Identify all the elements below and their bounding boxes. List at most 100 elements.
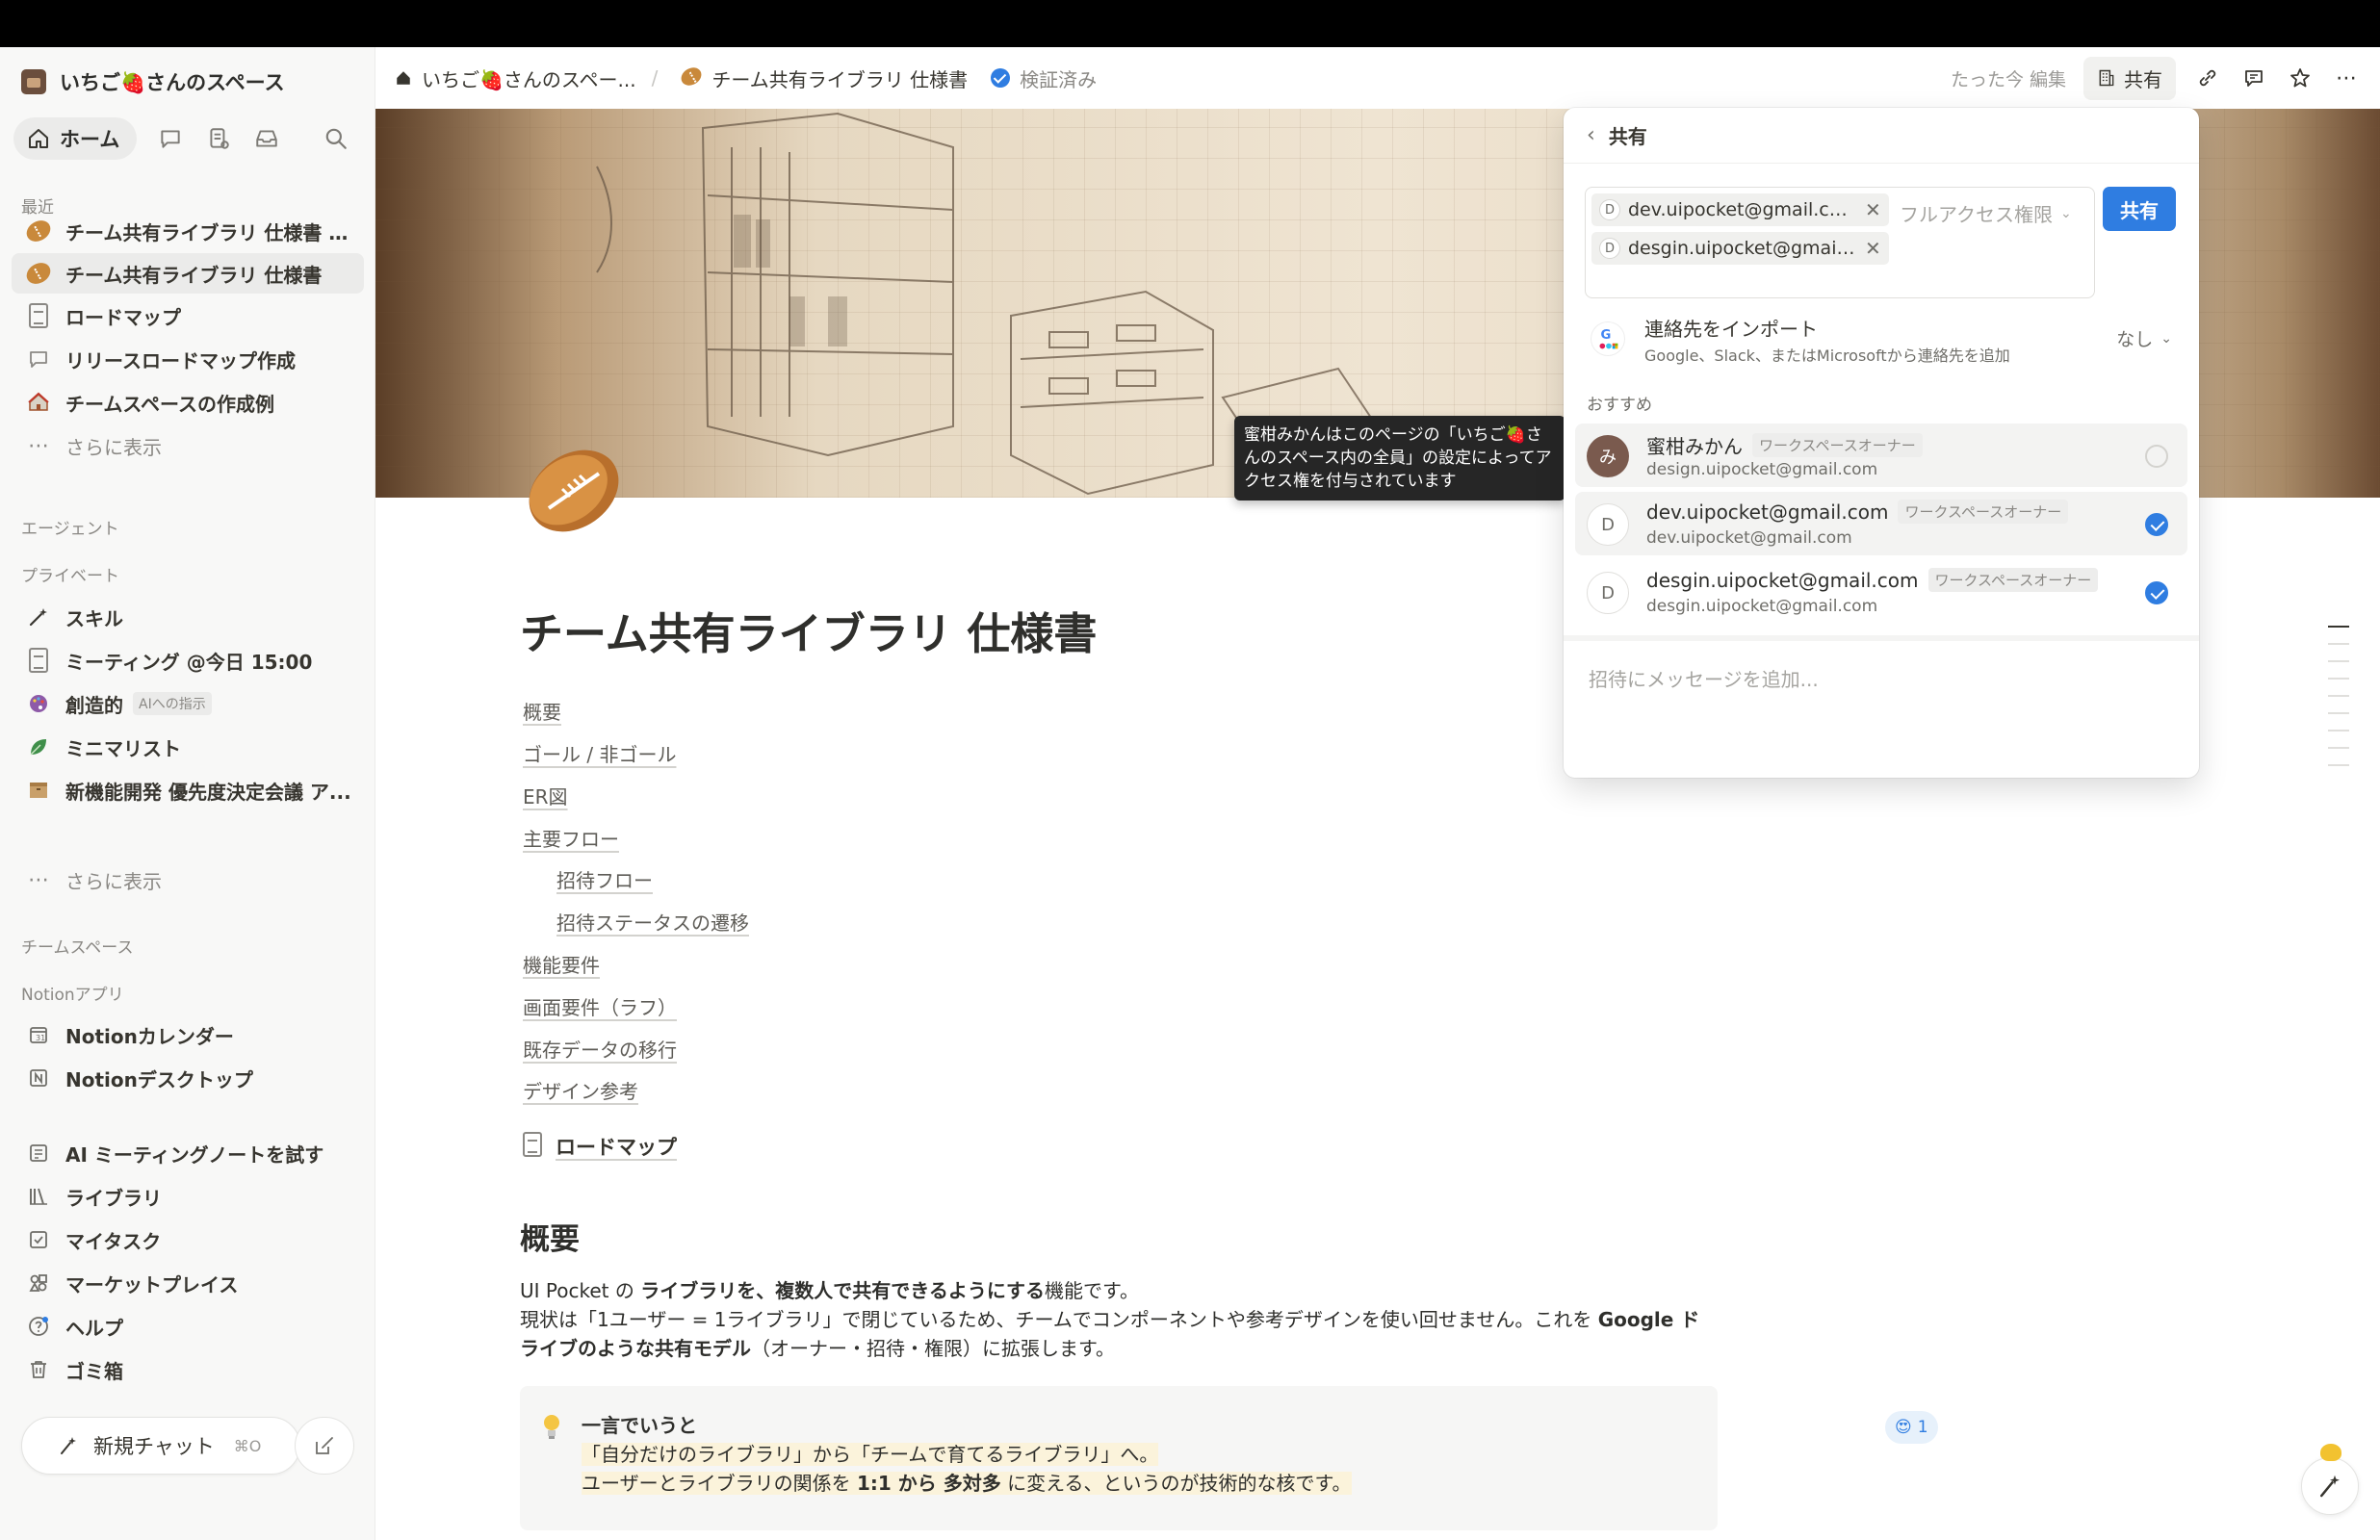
share-button[interactable]: 共有 (2083, 56, 2176, 100)
new-chat-button[interactable]: 新規チャット ⌘O (21, 1417, 300, 1475)
remove-chip-icon[interactable]: ✕ (1865, 198, 1881, 221)
subpage-link-roadmap[interactable]: ロードマップ (523, 1132, 677, 1161)
back-chevron-icon[interactable]: ‹ (1587, 123, 1595, 147)
compose-button[interactable] (295, 1417, 354, 1475)
last-edited-text: たった今 編集 (1950, 68, 2066, 90)
page-title[interactable]: チーム共有ライブラリ 仕様書 (520, 599, 1097, 661)
toc-item[interactable]: 画面要件（ラフ） (523, 992, 677, 1020)
select-person-checkbox[interactable] (2145, 581, 2168, 604)
toc-item[interactable]: 主要フロー (523, 824, 619, 852)
invite-chip[interactable]: D desgin.uipocket@gmail... ✕ (1591, 232, 1889, 265)
subpage-label: ロードマップ (556, 1136, 677, 1159)
star-icon[interactable] (2286, 64, 2315, 92)
toc-item[interactable]: 招待フロー (556, 865, 653, 893)
remove-chip-icon[interactable]: ✕ (1865, 237, 1881, 260)
sidebar-item-teamspace-example[interactable]: チームスペースの作成例 (12, 382, 364, 423)
notion-icon (25, 1065, 52, 1091)
chip-avatar: D (1599, 199, 1620, 220)
invite-message-input[interactable]: 招待にメッセージを追加... (1589, 664, 1819, 692)
sidebar-item-trash[interactable]: ゴミ箱 (12, 1349, 364, 1390)
section-heading-overview[interactable]: 概要 (520, 1215, 580, 1258)
assistant-face-icon (2320, 1475, 2340, 1498)
workspace-switcher[interactable]: いちご🍓さんのスペース (21, 63, 285, 101)
toc-item[interactable]: 概要 (523, 697, 561, 725)
sidebar-item-library[interactable]: ライブラリ (12, 1176, 364, 1217)
overview-paragraph-1[interactable]: UI Pocket の ライブラリを、複数人で共有できるようにする機能です。 (520, 1276, 1714, 1305)
person-row[interactable]: D dev.uipocket@gmail.com ワークスペースオーナー dev… (1575, 492, 2187, 555)
toc-minimap-tick[interactable] (2328, 695, 2349, 697)
link-icon[interactable] (2193, 64, 2222, 92)
invite-input[interactable]: D dev.uipocket@gmail.co... ✕ D desgin.ui… (1585, 187, 2095, 298)
sidebar-item-creative[interactable]: 創造的 AIへの指示 (12, 683, 364, 724)
toc-item[interactable]: 既存データの移行 (523, 1035, 677, 1063)
verified-badge[interactable]: 検証済み (979, 64, 1108, 92)
callout-block[interactable]: 一言でいうと 「自分だけのライブラリ」から「チームで育てるライブラリ」へ。 ユー… (520, 1386, 1718, 1530)
role-badge: ワークスペースオーナー (1752, 433, 1923, 457)
import-contacts-row[interactable]: G 連絡先をインポート Google、Slack、またはMicrosoftから連… (1585, 310, 2178, 368)
toc-minimap-tick[interactable] (2328, 747, 2349, 749)
select-person-checkbox[interactable] (2145, 445, 2168, 468)
home-button[interactable]: ホーム (13, 117, 138, 160)
teamspace-section-label[interactable]: チームスペース (21, 934, 133, 958)
toc-minimap-tick[interactable] (2328, 730, 2349, 732)
sidebar-item-meeting[interactable]: ミーティング @今日 15:00 (12, 640, 364, 680)
meeting-notes-icon[interactable] (204, 124, 233, 153)
toc-minimap-tick[interactable] (2328, 764, 2349, 766)
more-icon[interactable]: ⋯ (2332, 64, 2361, 92)
svg-text:G: G (1600, 328, 1611, 343)
search-icon[interactable] (322, 124, 350, 153)
page-football-icon[interactable] (520, 441, 628, 541)
sidebar-item-notion-calendar[interactable]: 31 Notionカレンダー (12, 1014, 364, 1055)
sidebar-item-priority-meeting[interactable]: 新機能開発 優先度決定会議 ア... (12, 770, 364, 810)
invite-chip[interactable]: D dev.uipocket@gmail.co... ✕ (1591, 193, 1889, 226)
sidebar-item-spec[interactable]: チーム共有ライブラリ 仕様書 (12, 253, 364, 294)
toc-item[interactable]: ER図 (523, 782, 568, 809)
toc-item[interactable]: 招待ステータスの遷移 (556, 908, 749, 936)
import-select[interactable]: なし ⌄ (2116, 325, 2172, 351)
sidebar-item-roadmap[interactable]: ロードマップ (12, 295, 364, 336)
toc-minimap-tick[interactable] (2328, 712, 2349, 714)
emoji-reaction[interactable]: 😍 1 (1885, 1411, 1938, 1444)
sidebar-item-label: ゴミ箱 (65, 1359, 123, 1383)
callout-title: 一言でいうと (582, 1414, 697, 1437)
sidebar-item-ai-meeting-notes[interactable]: AI ミーティングノートを試す (12, 1133, 364, 1173)
toc-minimap-tick[interactable] (2328, 660, 2349, 662)
permission-select[interactable]: フルアクセス権限 ⌄ (1900, 199, 2072, 227)
avatar: D (1587, 572, 1629, 614)
text-run: 現状は「1ユーザー = 1ライブラリ」で閉じているため、チームでコンポーネントや… (520, 1308, 1598, 1331)
toc-item[interactable]: 機能要件 (523, 950, 600, 978)
toc-minimap-tick[interactable] (2328, 678, 2349, 680)
sidebar-item-my-tasks[interactable]: マイタスク (12, 1219, 364, 1260)
apps-section-label[interactable]: Notionアプリ (21, 981, 124, 1005)
invite-share-button[interactable]: 共有 (2103, 187, 2176, 231)
sidebar-item-marketplace[interactable]: マーケットプレイス (12, 1263, 364, 1303)
person-row[interactable]: み 蜜柑みかん ワークスペースオーナー design.uipocket@gmai… (1575, 424, 2187, 487)
sidebar-show-more-private[interactable]: ⋯ さらに表示 (12, 860, 364, 900)
sidebar-item-help[interactable]: ヘルプ (12, 1306, 364, 1347)
breadcrumb-workspace[interactable]: いちご🍓さんのスペー... / (375, 64, 669, 92)
import-subtitle: Google、Slack、またはMicrosoftから連絡先を追加 (1644, 346, 2010, 365)
ai-assistant-button[interactable] (2301, 1457, 2359, 1515)
toc-item[interactable]: ゴール / 非ゴール (523, 739, 676, 767)
overview-paragraph-2[interactable]: 現状は「1ユーザー = 1ライブラリ」で閉じているため、チームでコンポーネントや… (520, 1305, 1714, 1363)
toc-minimap[interactable] (2328, 626, 2353, 782)
person-name-line: dev.uipocket@gmail.com ワークスペースオーナー (1646, 500, 2069, 524)
sidebar-item-spec-copy[interactable]: チーム共有ライブラリ 仕様書 (1) (12, 211, 364, 251)
comment-icon[interactable] (2239, 64, 2268, 92)
chat-icon[interactable] (156, 124, 185, 153)
inbox-icon[interactable] (252, 124, 281, 153)
toc-minimap-tick[interactable] (2328, 626, 2349, 628)
select-person-checkbox[interactable] (2145, 513, 2168, 536)
breadcrumb-page[interactable]: チーム共有ライブラリ 仕様書 (669, 64, 979, 92)
sidebar-item-release-roadmap[interactable]: リリースロードマップ作成 (12, 339, 364, 379)
agents-section-label[interactable]: エージェント (21, 515, 119, 539)
person-row[interactable]: D desgin.uipocket@gmail.com ワークスペースオーナー … (1575, 560, 2187, 624)
sidebar-item-notion-desktop[interactable]: Notionデスクトップ (12, 1058, 364, 1098)
private-section-label[interactable]: プライベート (21, 562, 119, 586)
chip-email: dev.uipocket@gmail.co... (1628, 199, 1855, 220)
sidebar-item-minimalist[interactable]: ミニマリスト (12, 727, 364, 767)
toc-minimap-tick[interactable] (2328, 643, 2349, 645)
toc-item[interactable]: デザイン参考 (523, 1076, 638, 1104)
sidebar-show-more-recent[interactable]: ⋯ さらに表示 (12, 425, 364, 466)
sidebar-item-skill[interactable]: スキル (12, 597, 364, 637)
